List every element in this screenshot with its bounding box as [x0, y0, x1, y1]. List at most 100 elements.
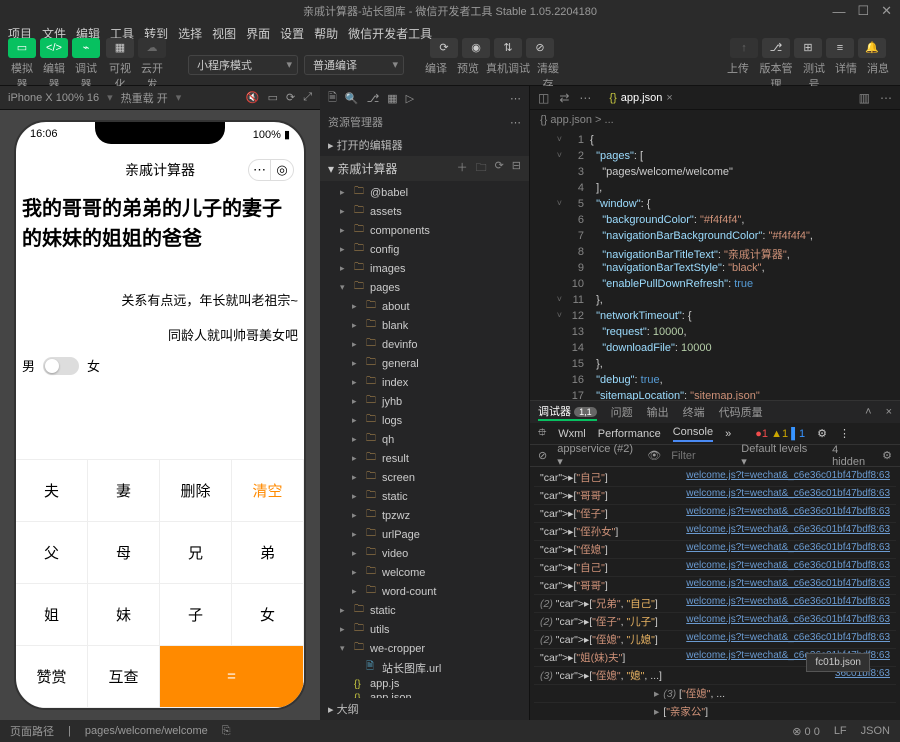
split-icon[interactable]: ◫ — [538, 91, 549, 105]
issue-indicators[interactable]: ●1 ▲1 ▌1 — [755, 428, 805, 440]
tree-folder[interactable]: ▸🗀tpzwz — [320, 506, 529, 525]
console-log-row[interactable]: ▸(3) ["侄媳", ... — [534, 685, 896, 703]
console-log-row[interactable]: "car">▸["侄孙女"]welcome.js?t=wechat&_c6e36… — [534, 523, 896, 541]
code-editor[interactable]: ˅˅˅˅˅ 1234567891011121314151617 { "pages… — [530, 130, 900, 400]
terminal-tab[interactable]: 终端 — [683, 404, 705, 420]
console-log-row[interactable]: (2) "car">▸["侄媳", "儿媳"]welcome.js?t=wech… — [534, 631, 896, 649]
details-button[interactable]: ≡ — [826, 38, 854, 58]
diff-icon[interactable]: ⇄ — [559, 91, 569, 105]
dbg-close-icon[interactable]: × — [886, 406, 892, 418]
keypad-button[interactable]: 姐 — [16, 584, 88, 646]
tree-folder[interactable]: ▸🗀images — [320, 259, 529, 278]
more-actions-icon[interactable]: ⋯ — [880, 91, 892, 105]
console-log-row[interactable]: "car">▸["哥哥"]welcome.js?t=wechat&_c6e36c… — [534, 577, 896, 595]
visual-toggle[interactable]: ▦ — [106, 38, 134, 58]
tree-file[interactable]: {}app.json — [320, 691, 529, 698]
tree-folder[interactable]: ▸🗀static — [320, 487, 529, 506]
minimize-button[interactable]: — — [832, 4, 845, 19]
breadcrumb[interactable]: {} app.json > ... — [530, 110, 900, 130]
remote-debug-button[interactable]: ⇅ — [494, 38, 522, 58]
capsule-menu-icon[interactable]: ⋯ — [249, 160, 271, 180]
more-icon[interactable]: ⋯ — [510, 92, 521, 105]
encoding-lf[interactable]: LF — [834, 725, 847, 737]
hot-reload-toggle[interactable]: 热重载 开 — [121, 90, 168, 106]
menu-item[interactable]: 视图 — [212, 25, 236, 42]
keypad-button[interactable]: 赞赏 — [16, 646, 88, 708]
code-quality-tab[interactable]: 代码质量 — [719, 404, 763, 420]
gender-switch[interactable] — [43, 357, 79, 375]
clear-cache-button[interactable]: ⊘ — [526, 38, 554, 58]
tree-folder[interactable]: ▸🗀blank — [320, 316, 529, 335]
keypad-button[interactable]: 女 — [232, 584, 304, 646]
more-subtabs[interactable]: » — [725, 428, 731, 440]
outline-section[interactable]: ▸ 大纲 — [320, 698, 529, 720]
editor-tab[interactable]: {} app.json × — [601, 90, 680, 106]
dbg-gear-icon[interactable]: ⚙ — [817, 427, 827, 440]
close-tab-icon[interactable]: × — [666, 92, 672, 104]
inspect-icon[interactable]: ⯐ — [538, 424, 546, 443]
ext-icon[interactable]: ▦ — [387, 92, 397, 105]
refresh-icon[interactable]: ⟳ — [495, 159, 504, 178]
console-gear-icon[interactable]: ⚙ — [882, 449, 892, 462]
layout-icon[interactable]: ▥ — [859, 91, 870, 105]
filter-input[interactable] — [671, 450, 731, 462]
tree-folder[interactable]: ▸🗀components — [320, 221, 529, 240]
new-folder-icon[interactable]: 🗀 — [476, 159, 487, 178]
keypad-button[interactable]: 兄 — [160, 522, 232, 584]
simulator-toggle[interactable]: ▭ — [8, 38, 36, 58]
menu-item[interactable]: 选择 — [178, 25, 202, 42]
source-link[interactable]: welcome.js?t=wechat&_c6e36c01bf47bdf8:63 — [686, 542, 890, 557]
collapse-icon[interactable]: ⊟ — [512, 159, 521, 178]
keypad-button[interactable]: 妹 — [88, 584, 160, 646]
source-link[interactable]: welcome.js?t=wechat&_c6e36c01bf47bdf8:63 — [686, 506, 890, 521]
tree-folder[interactable]: ▸🗀devinfo — [320, 335, 529, 354]
source-link[interactable]: welcome.js?t=wechat&_c6e36c01bf47bdf8:63 — [686, 470, 890, 485]
source-link[interactable]: welcome.js?t=wechat&_c6e36c01bf47bdf8:63 — [686, 614, 890, 629]
console-log-row[interactable]: ▸["亲家公"] — [534, 703, 896, 720]
console-log-row[interactable]: (2) "car">▸["兄弟", "自己"]welcome.js?t=wech… — [534, 595, 896, 613]
eye-icon[interactable]: 👁 — [647, 449, 661, 462]
hidden-count[interactable]: 4 hidden — [832, 444, 872, 468]
upload-button[interactable]: ↑ — [730, 38, 758, 58]
menu-item[interactable]: 界面 — [246, 25, 270, 42]
keypad-button[interactable]: 母 — [88, 522, 160, 584]
keypad-button[interactable]: 互查 — [88, 646, 160, 708]
problems-tab[interactable]: 问题 — [611, 404, 633, 420]
editor-toggle[interactable]: </> — [40, 38, 68, 58]
version-button[interactable]: ⎇ — [762, 38, 790, 58]
mute-icon[interactable]: 🔇 — [246, 91, 260, 104]
language-mode[interactable]: JSON — [861, 725, 890, 737]
compile-mode-select[interactable]: 小程序模式 — [188, 55, 298, 75]
wxml-subtab[interactable]: Wxml — [558, 428, 586, 440]
new-file-icon[interactable]: ＋ — [457, 159, 468, 178]
levels-select[interactable]: Default levels ▾ — [741, 443, 812, 468]
tree-folder[interactable]: ▾🗀pages — [320, 278, 529, 297]
tree-folder[interactable]: ▸🗀jyhb — [320, 392, 529, 411]
console-log-row[interactable]: "car">▸["自己"]welcome.js?t=wechat&_c6e36c… — [534, 469, 896, 487]
tree-folder[interactable]: ▸🗀screen — [320, 468, 529, 487]
compile-type-select[interactable]: 普通编译 — [304, 55, 404, 75]
keypad-button[interactable]: = — [160, 646, 304, 708]
tree-folder[interactable]: ▸🗀@babel — [320, 183, 529, 202]
tree-file[interactable]: 🗎站长图库.url — [320, 658, 529, 677]
console-log-row[interactable]: "car">▸["侄子"]welcome.js?t=wechat&_c6e36c… — [534, 505, 896, 523]
maximize-button[interactable]: ☐ — [857, 3, 869, 19]
capsule-close-icon[interactable]: ◎ — [271, 160, 293, 180]
tree-file[interactable]: {}app.js — [320, 677, 529, 691]
perf-subtab[interactable]: Performance — [598, 428, 661, 440]
rotate-icon[interactable]: ⟳ — [286, 91, 295, 104]
keypad-button[interactable]: 清空 — [232, 460, 304, 522]
tree-folder[interactable]: ▾🗀we-cropper — [320, 639, 529, 658]
source-link[interactable]: welcome.js?t=wechat&_c6e36c01bf47bdf8:63 — [686, 524, 890, 539]
tree-folder[interactable]: ▸🗀config — [320, 240, 529, 259]
open-editors-section[interactable]: ▸ 打开的编辑器 — [320, 134, 529, 156]
device-selector[interactable]: iPhone X 100% 16 — [8, 92, 99, 104]
explorer-icon[interactable]: 🗎 — [328, 89, 337, 108]
tree-folder[interactable]: ▸🗀result — [320, 449, 529, 468]
source-link[interactable]: welcome.js?t=wechat&_c6e36c01bf47bdf8:63 — [686, 560, 890, 575]
keypad-button[interactable]: 弟 — [232, 522, 304, 584]
console-log-row[interactable]: "car">▸["自己"]welcome.js?t=wechat&_c6e36c… — [534, 559, 896, 577]
tree-folder[interactable]: ▸🗀general — [320, 354, 529, 373]
popout-icon[interactable]: ⤢ — [303, 91, 312, 104]
source-link[interactable]: welcome.js?t=wechat&_c6e36c01bf47bdf8:63 — [686, 596, 890, 611]
